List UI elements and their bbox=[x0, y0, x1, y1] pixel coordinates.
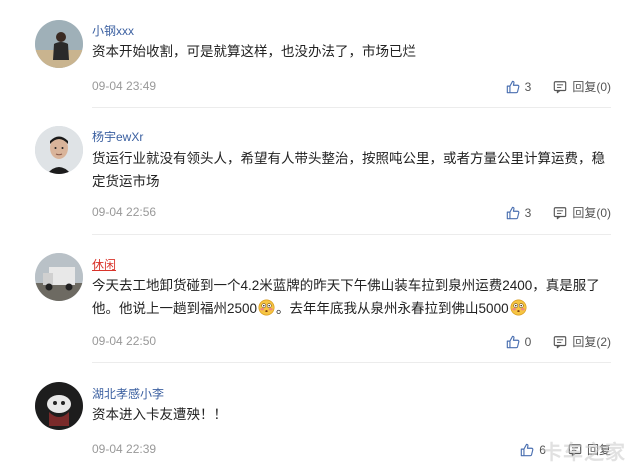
flushed-emoji-icon bbox=[510, 299, 527, 316]
comment-time: 09-04 22:50 bbox=[92, 334, 157, 348]
like-count: 3 bbox=[524, 79, 532, 94]
reply-label: 回复(2) bbox=[572, 335, 611, 349]
comment-text: 货运行业就没有领头人，希望有人带头整治，按照吨公里，或者方量公里计算运费，稳定货… bbox=[92, 151, 605, 189]
comment-username[interactable]: 杨宇ewXr bbox=[92, 128, 143, 145]
comment-username[interactable]: 休闲 bbox=[92, 256, 116, 273]
avatar[interactable] bbox=[35, 382, 83, 430]
like-button[interactable]: 3 bbox=[506, 79, 532, 94]
avatar[interactable] bbox=[35, 126, 83, 174]
comment-actions: 3 回复(0) bbox=[506, 78, 611, 95]
comment-icon bbox=[553, 80, 567, 94]
comment-username[interactable]: 小钢xxx bbox=[92, 22, 134, 39]
watermark-logo: 卡车之家 bbox=[542, 442, 626, 464]
like-button[interactable]: 3 bbox=[506, 205, 532, 220]
comment-text: 资本进入卡友遭殃！！ bbox=[92, 407, 227, 422]
comment-username[interactable]: 湖北孝感小李 bbox=[92, 385, 164, 402]
thumbs-up-icon bbox=[506, 335, 520, 349]
reply-button[interactable]: 回复(2) bbox=[553, 333, 611, 350]
avatar[interactable] bbox=[35, 20, 83, 68]
comment-time: 09-04 22:39 bbox=[92, 442, 157, 456]
like-count: 3 bbox=[524, 205, 532, 220]
comment-icon bbox=[553, 206, 567, 220]
comment-actions: 3 回复(0) bbox=[506, 204, 611, 221]
reply-button[interactable]: 回复(0) bbox=[553, 78, 611, 95]
divider bbox=[92, 362, 611, 363]
comment-text-part: 。去年年底我从泉州永春拉到佛山5000 bbox=[276, 301, 509, 316]
comment-time: 09-04 23:49 bbox=[92, 79, 157, 93]
comment-time: 09-04 22:56 bbox=[92, 205, 157, 219]
avatar[interactable] bbox=[35, 253, 83, 301]
thumbs-up-icon bbox=[506, 80, 520, 94]
divider bbox=[92, 107, 611, 108]
divider bbox=[92, 234, 611, 235]
comment-text: 资本开始收割，可是就算这样，也没办法了，市场已烂 bbox=[92, 44, 416, 59]
comment-icon bbox=[553, 335, 567, 349]
reply-label: 回复(0) bbox=[572, 80, 611, 94]
like-count: 0 bbox=[524, 334, 532, 349]
reply-label: 回复(0) bbox=[572, 206, 611, 220]
thumbs-up-icon bbox=[520, 443, 534, 457]
flushed-emoji-icon bbox=[258, 299, 275, 316]
thumbs-up-icon bbox=[506, 206, 520, 220]
comment-text: 今天去工地卸货碰到一个4.2米蓝牌的昨天下午佛山装车拉到泉州运费2400，真是服… bbox=[92, 274, 612, 320]
like-button[interactable]: 0 bbox=[506, 334, 532, 349]
comment-actions: 0 回复(2) bbox=[506, 333, 611, 350]
reply-button[interactable]: 回复(0) bbox=[553, 204, 611, 221]
